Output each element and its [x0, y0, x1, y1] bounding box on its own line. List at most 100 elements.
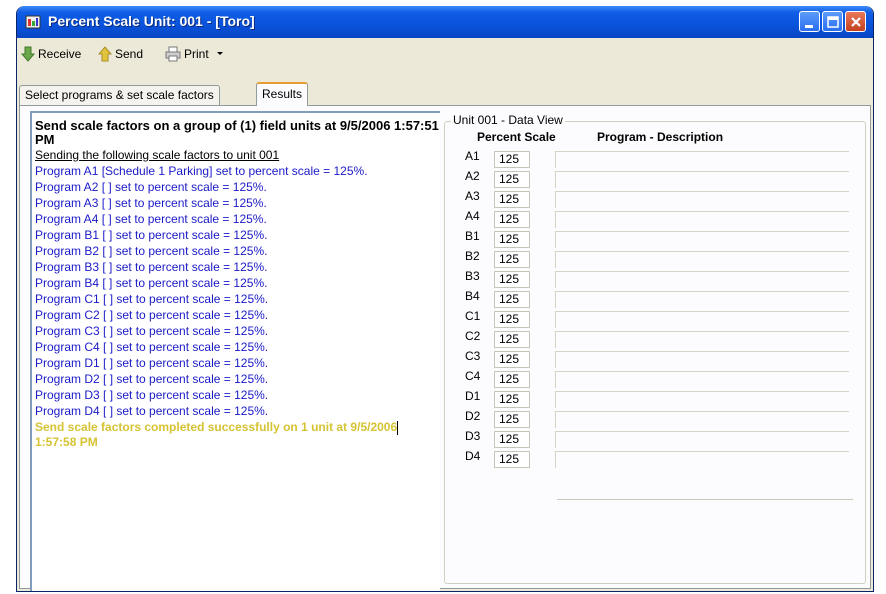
- send-button[interactable]: Send: [98, 46, 143, 62]
- program-id: A2: [465, 169, 480, 183]
- log-completed: Send scale factors completed successfull…: [35, 420, 440, 449]
- percent-scale-header: Percent Scale: [477, 130, 556, 144]
- tab-strip: Select programs & set scale factors Resu…: [17, 82, 873, 106]
- receive-button[interactable]: Receive: [21, 46, 81, 62]
- program-description-field[interactable]: [555, 411, 849, 428]
- percent-scale-field[interactable]: 125: [494, 251, 530, 268]
- percent-scale-field[interactable]: 125: [494, 271, 530, 288]
- toolbar: Receive Send Print: [17, 38, 873, 68]
- tab-select-programs[interactable]: Select programs & set scale factors: [19, 85, 220, 106]
- data-view-caption: Unit 001 - Data View: [451, 113, 565, 127]
- app-icon: [25, 15, 41, 29]
- arrow-down-icon: [21, 46, 35, 62]
- log-line: Program A3 [ ] set to percent scale = 12…: [35, 196, 267, 210]
- data-row: B2 125: [465, 249, 853, 269]
- window-title: Percent Scale Unit: 001 - [Toro]: [48, 13, 255, 29]
- title-bar[interactable]: Percent Scale Unit: 001 - [Toro]: [17, 6, 873, 38]
- log-line: Program C2 [ ] set to percent scale = 12…: [35, 308, 269, 322]
- percent-scale-field[interactable]: 125: [494, 431, 530, 448]
- program-description-field[interactable]: [555, 271, 849, 288]
- data-row: D3 125: [465, 429, 853, 449]
- percent-scale-field[interactable]: 125: [494, 311, 530, 328]
- send-label: Send: [115, 47, 144, 61]
- program-description-field[interactable]: [555, 371, 849, 388]
- log-line: Program C4 [ ] set to percent scale = 12…: [35, 340, 269, 354]
- print-label: Print: [184, 47, 209, 61]
- log-line: Program B2 [ ] set to percent scale = 12…: [35, 244, 268, 258]
- program-id: D4: [465, 449, 481, 463]
- data-row: A4 125: [465, 209, 853, 229]
- program-description-field[interactable]: [555, 151, 849, 168]
- program-description-field[interactable]: [555, 451, 849, 468]
- program-id: C2: [465, 329, 481, 343]
- percent-scale-field[interactable]: 125: [494, 371, 530, 388]
- minimize-icon: [805, 25, 813, 28]
- minimize-button[interactable]: [799, 11, 820, 32]
- program-description-field[interactable]: [555, 191, 849, 208]
- program-id: A4: [465, 209, 480, 223]
- log-subheader: Sending the following scale factors to u…: [35, 148, 280, 162]
- data-row: D2 125: [465, 409, 853, 429]
- percent-scale-field[interactable]: 125: [494, 291, 530, 308]
- data-row: C1 125: [465, 309, 853, 329]
- percent-scale-field[interactable]: 125: [494, 411, 530, 428]
- program-id: D2: [465, 409, 481, 423]
- maximize-button[interactable]: [822, 11, 843, 32]
- text-caret: [397, 420, 399, 435]
- percent-scale-field[interactable]: 125: [494, 231, 530, 248]
- printer-icon: [165, 46, 181, 62]
- chevron-down-icon[interactable]: [216, 51, 224, 57]
- program-id: B1: [465, 229, 480, 243]
- percent-scale-field[interactable]: 125: [494, 351, 530, 368]
- data-row: C2 125: [465, 329, 853, 349]
- program-id: D1: [465, 389, 481, 403]
- percent-scale-field[interactable]: 125: [494, 211, 530, 228]
- close-button[interactable]: [845, 11, 866, 32]
- percent-scale-field[interactable]: 125: [494, 451, 530, 468]
- program-id: C4: [465, 369, 481, 383]
- percent-scale-field[interactable]: 125: [494, 331, 530, 348]
- program-id: B3: [465, 269, 480, 283]
- program-description-field[interactable]: [555, 331, 849, 348]
- data-row: D4 125: [465, 449, 853, 469]
- program-id: A1: [465, 149, 480, 163]
- percent-scale-field[interactable]: 125: [494, 171, 530, 188]
- print-button[interactable]: Print: [165, 46, 227, 62]
- program-description-field[interactable]: [555, 311, 849, 328]
- log-completed-part1: Send scale factors completed successfull…: [35, 420, 398, 434]
- program-description-field[interactable]: [555, 431, 849, 448]
- program-id: A3: [465, 189, 480, 203]
- log-completed-part2: 1:57:58 PM: [35, 434, 98, 449]
- data-row: B3 125: [465, 269, 853, 289]
- program-id: C3: [465, 349, 481, 363]
- percent-scale-field[interactable]: 125: [494, 191, 530, 208]
- program-id: C1: [465, 309, 481, 323]
- data-row: A2 125: [465, 169, 853, 189]
- data-row: B1 125: [465, 229, 853, 249]
- data-row: A1 125: [465, 149, 853, 169]
- log-line: Program A1 [Schedule 1 Parking] set to p…: [35, 164, 368, 178]
- data-row: C3 125: [465, 349, 853, 369]
- log-line: Program B1 [ ] set to percent scale = 12…: [35, 228, 268, 242]
- program-description-field[interactable]: [555, 351, 849, 368]
- tab-results[interactable]: Results: [256, 82, 309, 106]
- program-description-field[interactable]: [555, 291, 849, 308]
- program-description-field[interactable]: [555, 251, 849, 268]
- percent-scale-field[interactable]: 125: [494, 391, 530, 408]
- close-icon: [851, 17, 861, 27]
- data-view-divider: [557, 499, 853, 500]
- data-row: C4 125: [465, 369, 853, 389]
- program-description-field[interactable]: [555, 231, 849, 248]
- results-log[interactable]: Send scale factors on a group of (1) fie…: [30, 111, 440, 591]
- program-description-field[interactable]: [555, 211, 849, 228]
- program-id: B2: [465, 249, 480, 263]
- app-window: Percent Scale Unit: 001 - [Toro] Receive…: [16, 6, 874, 592]
- log-line: Program C1 [ ] set to percent scale = 12…: [35, 292, 269, 306]
- data-row: A3 125: [465, 189, 853, 209]
- log-line: Program C3 [ ] set to percent scale = 12…: [35, 324, 269, 338]
- log-line: Program B3 [ ] set to percent scale = 12…: [35, 260, 268, 274]
- log-line: Program D4 [ ] set to percent scale = 12…: [35, 404, 269, 418]
- program-description-field[interactable]: [555, 391, 849, 408]
- percent-scale-field[interactable]: 125: [494, 151, 530, 168]
- program-description-field[interactable]: [555, 171, 849, 188]
